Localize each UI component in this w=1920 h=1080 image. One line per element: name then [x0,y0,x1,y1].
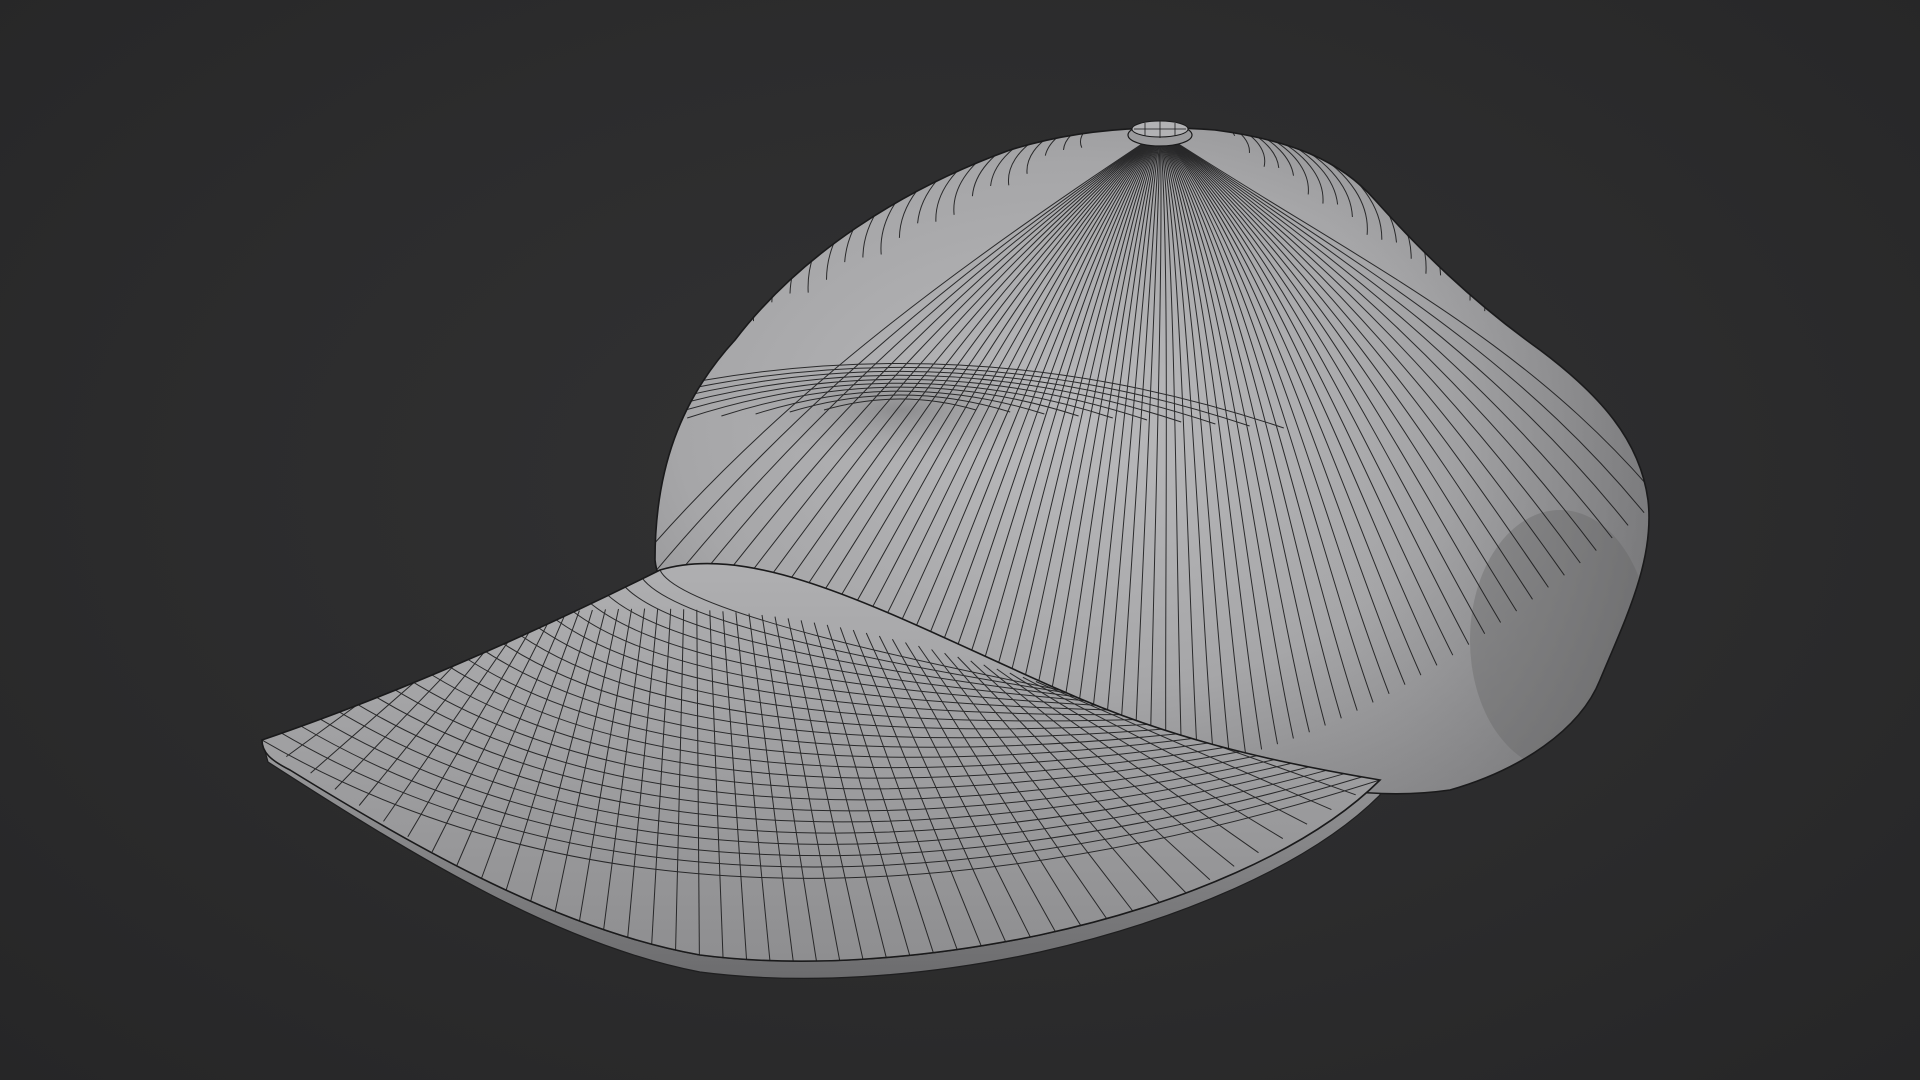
top-button [1127,120,1193,147]
3d-viewport[interactable] [0,0,1920,1080]
scene-canvas [261,120,1650,979]
